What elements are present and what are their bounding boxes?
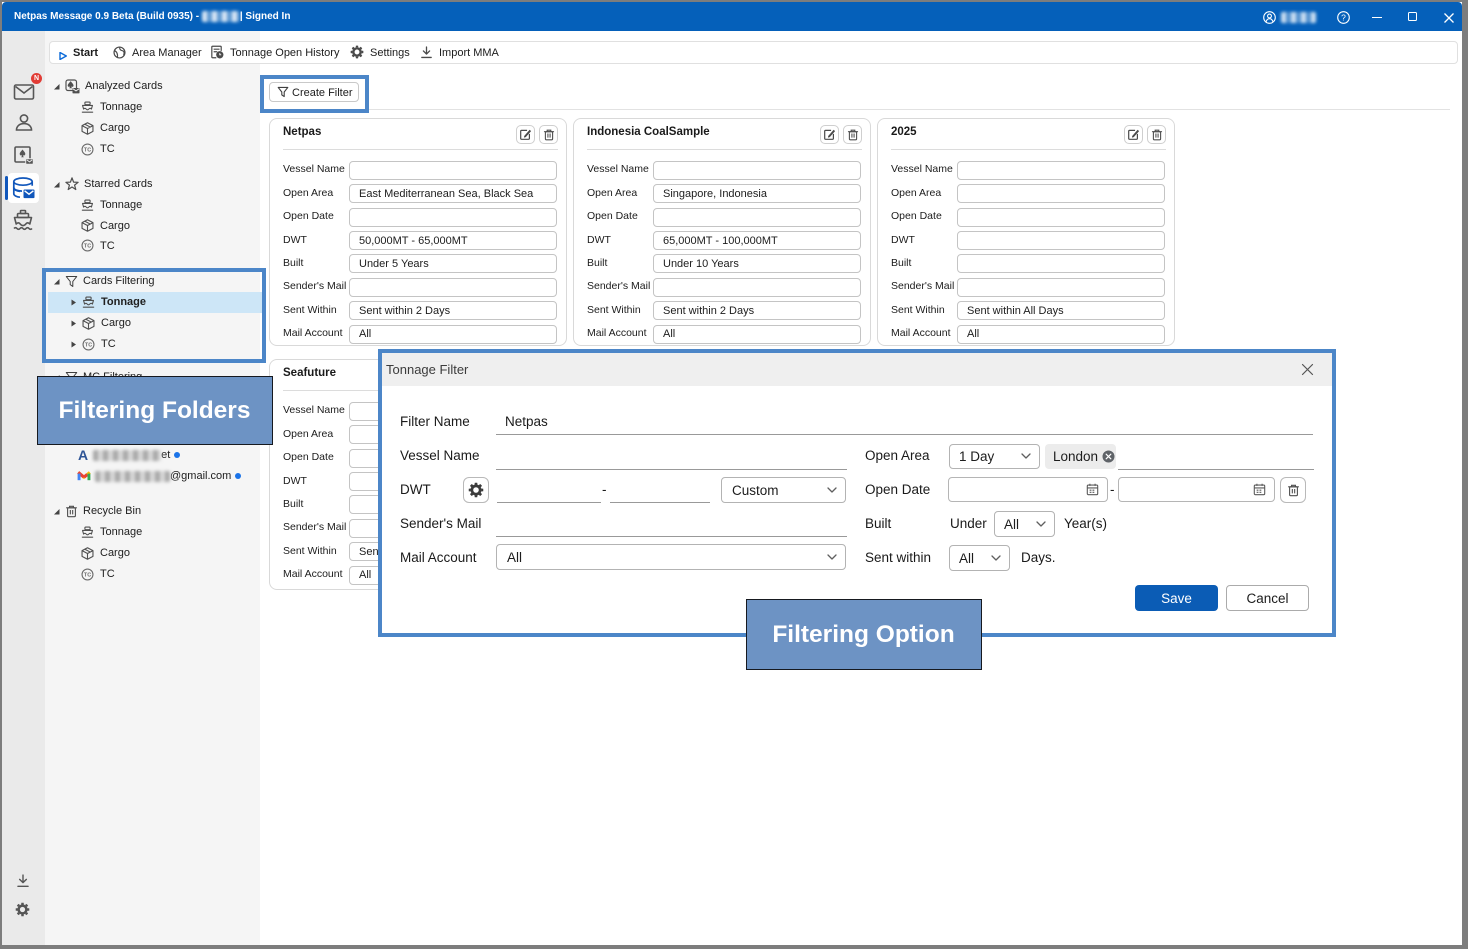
svg-text:?: ? <box>1341 12 1346 22</box>
svg-text:TC: TC <box>84 147 91 153</box>
svg-text:TC: TC <box>84 572 91 578</box>
svg-text:TC: TC <box>84 244 91 250</box>
